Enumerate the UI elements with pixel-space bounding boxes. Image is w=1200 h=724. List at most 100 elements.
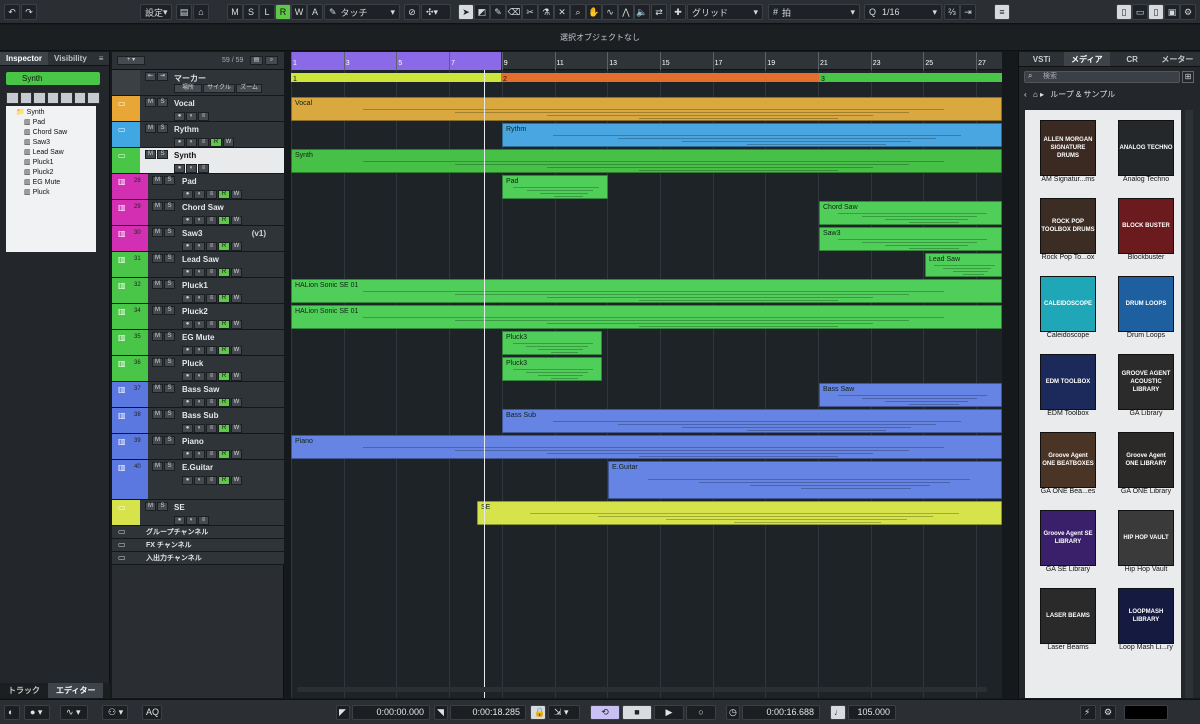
- marker-prev-icon[interactable]: ⇤: [145, 72, 156, 81]
- track-row[interactable]: ▥ 39 Piano M S ● ◐ ≡ R W: [112, 434, 284, 460]
- read-button[interactable]: R: [218, 268, 230, 277]
- mute-button[interactable]: M: [152, 462, 163, 471]
- edit-button[interactable]: ≡: [206, 476, 217, 485]
- monitor-button[interactable]: ◐: [194, 450, 205, 459]
- play-tool-icon[interactable]: 🔈: [634, 4, 650, 20]
- monitor-button[interactable]: ◐: [194, 216, 205, 225]
- solo-button[interactable]: S: [164, 462, 175, 471]
- monitor-button[interactable]: ◐: [194, 294, 205, 303]
- track-name[interactable]: FX チャンネル: [146, 540, 192, 550]
- track-name[interactable]: Bass Saw: [182, 385, 219, 394]
- media-tile[interactable]: ROCK POP TOOLBOX DRUMS Rock Pop To...ox: [1025, 188, 1101, 266]
- listen-button[interactable]: L: [259, 4, 275, 20]
- mute-button[interactable]: M: [152, 280, 163, 289]
- window-layout-icon[interactable]: ▤: [176, 4, 192, 20]
- home-icon[interactable]: ⌂ ▸: [1033, 90, 1044, 99]
- tab-inspector[interactable]: Inspector: [0, 52, 49, 65]
- position-display[interactable]: 0:00:16.688: [742, 705, 820, 720]
- track-name[interactable]: SE: [174, 503, 185, 512]
- event-rythm[interactable]: Rythm: [502, 123, 1002, 147]
- record-enable-button[interactable]: ●: [182, 372, 193, 381]
- tab-meter[interactable]: メーター: [1155, 52, 1200, 66]
- track-row[interactable]: ▥ 29 Chord Saw M S ● ◐ ≡ R W: [112, 200, 284, 226]
- media-tile[interactable]: HIP HOP VAULT Hip Hop Vault: [1101, 500, 1179, 578]
- quantize-dropdown[interactable]: Q 1/16 ▾: [864, 4, 942, 20]
- solo-button[interactable]: S: [157, 150, 168, 159]
- track-row[interactable]: ▭ Rythm M S ● ◐ ≡ R W: [112, 122, 284, 148]
- write-button[interactable]: W: [231, 268, 242, 277]
- track-name[interactable]: Vocal: [174, 99, 195, 108]
- read-button[interactable]: R: [218, 294, 230, 303]
- mute-button[interactable]: M: [152, 332, 163, 341]
- monitor-button[interactable]: ◐: [186, 516, 197, 525]
- record-enable-button[interactable]: ●: [182, 320, 193, 329]
- marker-tab-cycle[interactable]: サイクル: [203, 84, 235, 93]
- read-button[interactable]: R: [218, 450, 230, 459]
- record-enable-button[interactable]: ●: [182, 346, 193, 355]
- stop-button[interactable]: ■: [622, 705, 652, 720]
- event-bass-saw[interactable]: Bass Saw: [819, 383, 1002, 407]
- snap-type-dropdown[interactable]: グリッド ▾: [687, 4, 763, 20]
- track-name[interactable]: Chord Saw: [182, 203, 224, 212]
- write-button[interactable]: W: [231, 346, 242, 355]
- event-synth[interactable]: Synth: [291, 149, 1002, 173]
- back-icon[interactable]: ‹: [1024, 90, 1027, 99]
- media-tile[interactable]: GROOVE AGENT ACOUSTIC LIBRARY GA Library: [1101, 344, 1179, 422]
- track-row[interactable]: ▭ 入出力チャンネル: [112, 552, 284, 565]
- edit-button[interactable]: ≡: [198, 516, 209, 525]
- automation-suspend-icon[interactable]: ⊘: [404, 4, 420, 20]
- solo-button[interactable]: S: [157, 502, 168, 511]
- swing-icon[interactable]: ⅔: [944, 4, 960, 20]
- monitor-button[interactable]: ◐: [194, 190, 205, 199]
- write-button[interactable]: W: [231, 242, 242, 251]
- track-row[interactable]: ▭ グループチャンネル: [112, 526, 284, 539]
- aq-button[interactable]: AQ: [142, 705, 162, 720]
- media-scrollbar[interactable]: [1185, 110, 1193, 698]
- record-button[interactable]: ○: [686, 705, 716, 720]
- track-row[interactable]: ▥ 30 Saw3 M S ● ◐ ≡ R W (v1): [112, 226, 284, 252]
- write-button[interactable]: W: [231, 216, 242, 225]
- read-button[interactable]: R: [210, 138, 222, 147]
- mute-button[interactable]: M: [152, 410, 163, 419]
- setup-window-icon[interactable]: ⚙: [1180, 4, 1196, 20]
- read-button[interactable]: R: [218, 424, 230, 433]
- track-name[interactable]: Pluck: [182, 359, 203, 368]
- edit-button[interactable]: ≡: [206, 346, 217, 355]
- cycle-button[interactable]: ⟲: [590, 705, 620, 720]
- media-tile[interactable]: LASER BEAMS Laser Beams: [1025, 578, 1101, 656]
- mute-all-button[interactable]: M: [227, 4, 243, 20]
- track-name[interactable]: E.Guitar: [182, 463, 213, 472]
- solo-button[interactable]: S: [164, 176, 175, 185]
- track-row[interactable]: ▥ 28 Pad M S ● ◐ ≡ R W: [112, 174, 284, 200]
- solo-button[interactable]: S: [164, 280, 175, 289]
- mute-button[interactable]: M: [145, 98, 156, 107]
- record-enable-button[interactable]: ●: [174, 138, 185, 147]
- glue-tool-icon[interactable]: ⚗: [538, 4, 554, 20]
- media-tile[interactable]: CALEIDOSCOPE Caleidoscope: [1025, 266, 1101, 344]
- monitor-button[interactable]: ◐: [194, 476, 205, 485]
- solo-button[interactable]: S: [164, 332, 175, 341]
- waveform-icon[interactable]: ∿ ▾: [60, 705, 88, 720]
- edit-button[interactable]: ≡: [198, 164, 209, 173]
- media-search-input[interactable]: 検索: [1024, 71, 1180, 83]
- folder-icon-row[interactable]: 📁 Synth: [10, 108, 92, 118]
- undo-icon[interactable]: ↶: [4, 4, 20, 20]
- solo-button[interactable]: S: [164, 384, 175, 393]
- event-pluck2[interactable]: HALion Sonic SE 01: [291, 305, 1002, 329]
- edit-button[interactable]: ≡: [206, 216, 217, 225]
- tempo-track-icon[interactable]: ♩: [830, 705, 846, 720]
- project-window[interactable]: 1 2 3 Vocal Rythm Synth Pad Chord Saw Saw3 Lead S…: [291, 70, 1002, 698]
- marker-event[interactable]: 3: [819, 73, 1002, 83]
- solo-button[interactable]: S: [157, 98, 168, 107]
- right-zone-toggle-icon[interactable]: ▯: [1148, 4, 1164, 20]
- mute-button[interactable]: M: [152, 228, 163, 237]
- track-row[interactable]: ▥ 34 Pluck2 M S ● ◐ ≡ R W: [112, 304, 284, 330]
- solo-button[interactable]: S: [164, 436, 175, 445]
- edit-button[interactable]: ≡: [206, 424, 217, 433]
- metronome-icon[interactable]: ⚇ ▾: [102, 705, 128, 720]
- monitor-button[interactable]: ◐: [194, 398, 205, 407]
- tree-item[interactable]: ▥ EG Mute: [10, 178, 92, 188]
- track-name[interactable]: Bass Sub: [182, 411, 218, 420]
- constrain-delay-icon[interactable]: ✣▾: [421, 4, 451, 20]
- breadcrumb-label[interactable]: ループ & サンプル: [1050, 90, 1115, 99]
